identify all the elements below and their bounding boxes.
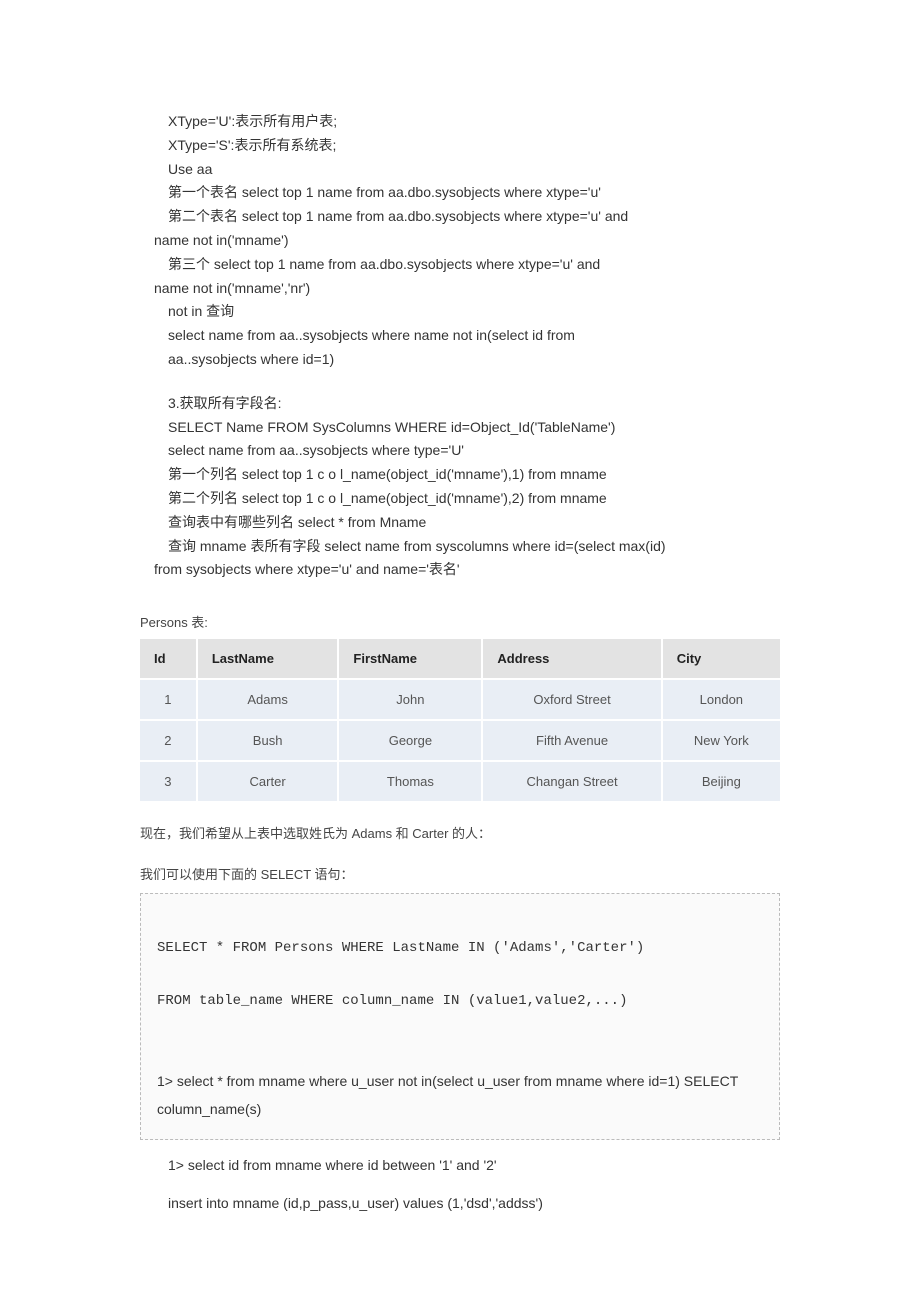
cell: Oxford Street: [482, 679, 661, 720]
text-line: 查询 mname 表所有字段 select name from syscolum…: [140, 535, 780, 559]
col-header: Id: [140, 639, 197, 679]
paragraph: 现在，我们希望从上表中选取姓氏为 Adams 和 Carter 的人：: [140, 823, 780, 842]
cell: New York: [662, 720, 780, 761]
cell: Fifth Avenue: [482, 720, 661, 761]
table-caption: Persons 表:: [140, 612, 780, 631]
col-header: Address: [482, 639, 661, 679]
text-line: select name from aa..sysobjects where na…: [140, 324, 780, 348]
cell: Carter: [197, 761, 339, 802]
code-line: FROM table_name WHERE column_name IN (va…: [157, 993, 627, 1009]
text-line: 3.获取所有字段名:: [140, 392, 780, 416]
cell: Changan Street: [482, 761, 661, 802]
table-header-row: Id LastName FirstName Address City: [140, 639, 780, 679]
col-header: LastName: [197, 639, 339, 679]
cell: John: [338, 679, 482, 720]
table-row: 2 Bush George Fifth Avenue New York: [140, 720, 780, 761]
document-page: XType='U':表示所有用户表; XType='S':表示所有系统表; Us…: [0, 0, 920, 1269]
code-line: 1> select * from mname where u_user not …: [157, 1073, 742, 1118]
cell: 3: [140, 761, 197, 802]
text-line: aa..sysobjects where id=1): [140, 348, 780, 372]
cell: London: [662, 679, 780, 720]
text-line: 第二个列名 select top 1 c o l_name(object_id(…: [140, 487, 780, 511]
text-line: SELECT Name FROM SysColumns WHERE id=Obj…: [140, 416, 780, 440]
col-header: FirstName: [338, 639, 482, 679]
text-line: not in 查询: [140, 300, 780, 324]
cell: Bush: [197, 720, 339, 761]
text-line: 第一个列名 select top 1 c o l_name(object_id(…: [140, 463, 780, 487]
text-line: XType='U':表示所有用户表;: [140, 110, 780, 134]
text-line: insert into mname (id,p_pass,u_user) val…: [140, 1192, 780, 1216]
text-line: 第一个表名 select top 1 name from aa.dbo.syso…: [140, 181, 780, 205]
cell: 1: [140, 679, 197, 720]
cell: 2: [140, 720, 197, 761]
cell: Beijing: [662, 761, 780, 802]
code-block: SELECT * FROM Persons WHERE LastName IN …: [140, 893, 780, 1140]
cell: Thomas: [338, 761, 482, 802]
table-row: 3 Carter Thomas Changan Street Beijing: [140, 761, 780, 802]
paragraph: 我们可以使用下面的 SELECT 语句：: [140, 864, 780, 883]
text-line: 第三个 select top 1 name from aa.dbo.sysobj…: [140, 253, 780, 277]
text-line: name not in('mname','nr'): [140, 277, 780, 301]
code-line: SELECT * FROM Persons WHERE LastName IN …: [157, 940, 644, 956]
cell: Adams: [197, 679, 339, 720]
text-line: name not in('mname'): [140, 229, 780, 253]
text-line: 1> select id from mname where id between…: [140, 1154, 780, 1178]
text-line: XType='S':表示所有系统表;: [140, 134, 780, 158]
col-header: City: [662, 639, 780, 679]
table-row: 1 Adams John Oxford Street London: [140, 679, 780, 720]
text-line: Use aa: [140, 158, 780, 182]
text-line: select name from aa..sysobjects where ty…: [140, 439, 780, 463]
cell: George: [338, 720, 482, 761]
text-line: 第二个表名 select top 1 name from aa.dbo.syso…: [140, 205, 780, 229]
text-line: 查询表中有哪些列名 select * from Mname: [140, 511, 780, 535]
persons-table: Id LastName FirstName Address City 1 Ada…: [140, 639, 780, 803]
text-line: from sysobjects where xtype='u' and name…: [140, 558, 780, 582]
